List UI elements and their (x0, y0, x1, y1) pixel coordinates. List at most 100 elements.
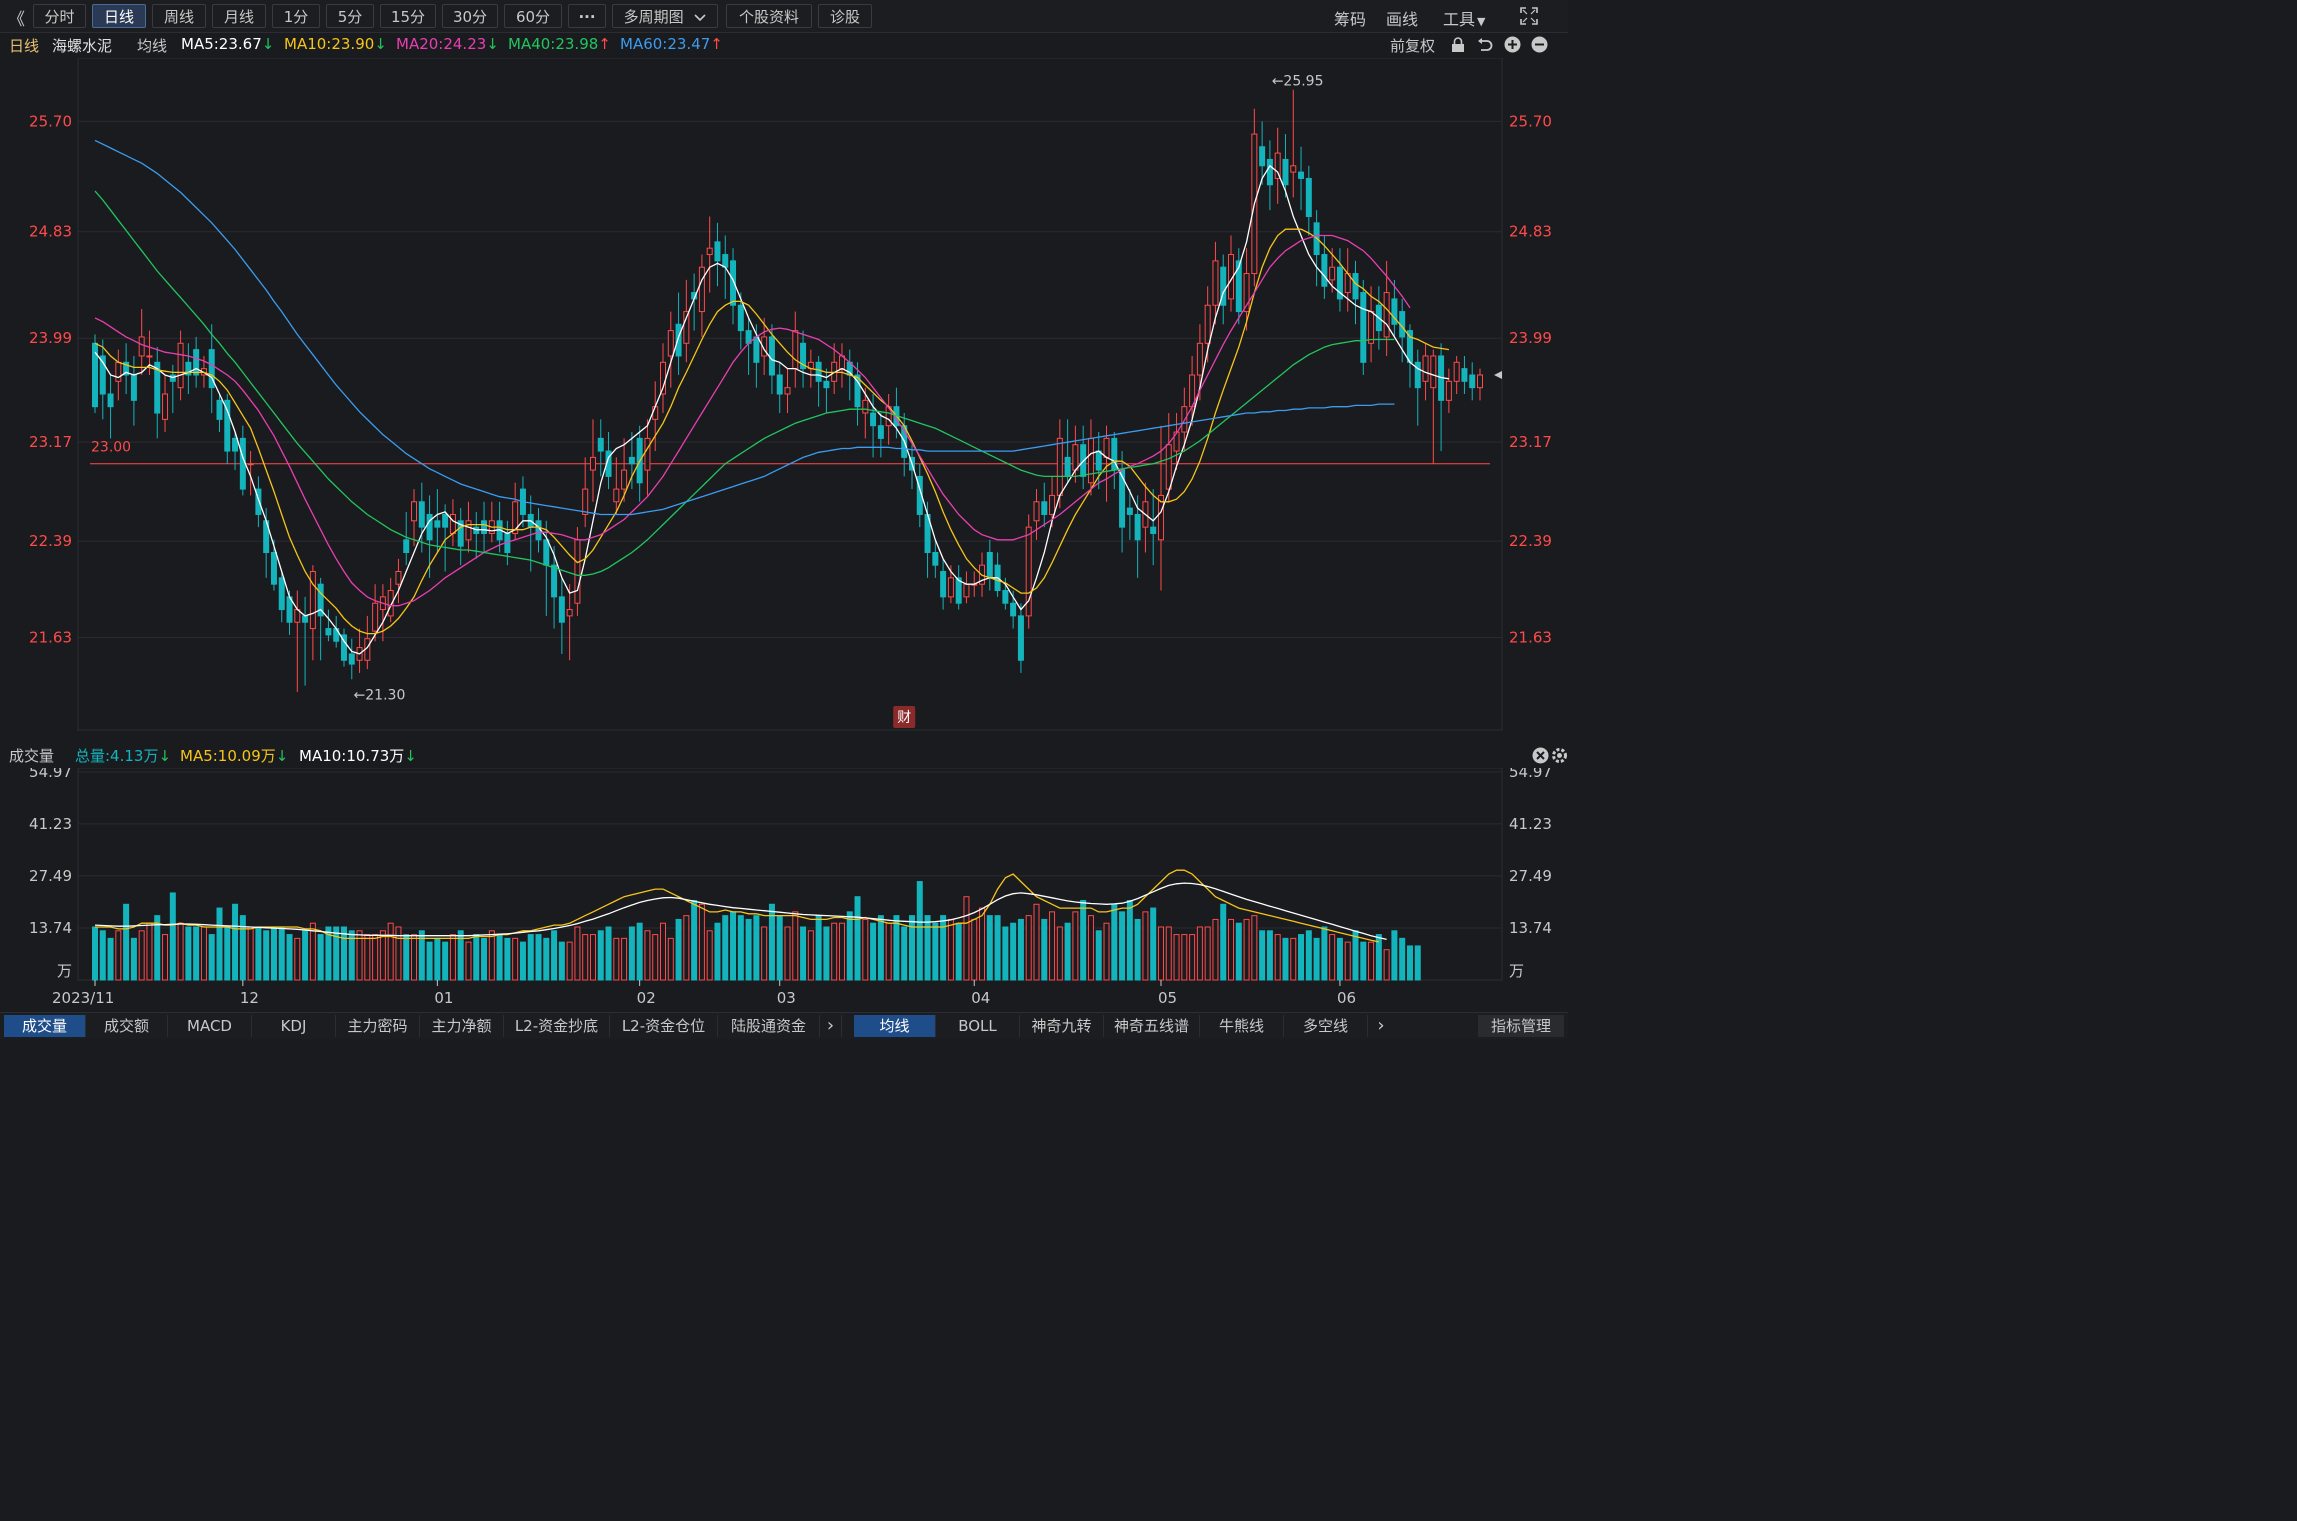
volume-bar (1049, 911, 1056, 981)
x-tick-label: 04 (971, 989, 990, 1007)
tab-macd[interactable]: MACD (168, 1015, 252, 1037)
tab-yuexian[interactable]: 月线 (212, 4, 266, 28)
zoom-in-icon[interactable] (1504, 36, 1521, 53)
volume-bar (185, 926, 192, 981)
tab-15min[interactable]: 15分 (380, 4, 436, 28)
volume-bar (652, 934, 659, 981)
indicator-manage-button[interactable]: 指标管理 (1478, 1015, 1564, 1037)
ma-label[interactable]: 均线 (137, 35, 167, 56)
tab-zhouxian[interactable]: 周线 (152, 4, 206, 28)
volume-bar (465, 941, 472, 981)
stock-info-button[interactable]: 个股资料 (726, 4, 812, 28)
candle (372, 602, 379, 632)
tab-bull-bear-line[interactable]: 牛熊线 (1200, 1015, 1284, 1037)
diagnose-button[interactable]: 诊股 (818, 4, 872, 28)
candle (870, 412, 877, 427)
volume-bar (566, 941, 573, 981)
ma60-value: MA60:23.47↑ (620, 35, 723, 53)
volume-bar (838, 922, 845, 981)
volume-bar (698, 903, 705, 981)
candle (239, 437, 246, 490)
chips-button[interactable]: 筹码 (1334, 6, 1366, 30)
tab-turnover[interactable]: 成交额 (86, 1015, 168, 1037)
candlestick-chart[interactable]: 25.70 25.70 24.83 24.83 23.99 23.99 23.17 23.17… (0, 58, 1568, 738)
tab-rixian[interactable]: 日线 (92, 4, 146, 28)
candle (1212, 260, 1219, 306)
candle (107, 393, 114, 408)
scroll-right-icon[interactable]: › (820, 1015, 842, 1037)
volume-y-tick-right: 54.97 (1509, 768, 1552, 781)
tab-kdj[interactable]: KDJ (252, 1015, 336, 1037)
multi-period-dropdown[interactable]: 多周期图 (612, 4, 718, 28)
candle (1321, 254, 1328, 287)
volume-bar (130, 937, 137, 981)
scroll-right-icon[interactable]: › (1370, 1015, 1392, 1037)
tab-l2-bottom-fishing[interactable]: L2-资金抄底 (504, 1015, 610, 1037)
tab-long-short-line[interactable]: 多空线 (1284, 1015, 1368, 1037)
candle (1360, 292, 1367, 363)
volume-bar (636, 922, 643, 981)
candle (193, 349, 200, 376)
y-tick-label-left: 23.99 (29, 329, 72, 347)
candle (1259, 146, 1266, 167)
tab-boll[interactable]: BOLL (936, 1015, 1020, 1037)
candle (270, 551, 277, 585)
collapse-icon[interactable]: 《 (8, 5, 25, 30)
tab-magic-five-lines[interactable]: 神奇五线谱 (1104, 1015, 1200, 1037)
draw-line-button[interactable]: 画线 (1386, 6, 1418, 30)
volume-indicator-row: 成交量 总量:4.13万↓ MA5:10.09万↓ MA10:10.73万↓ (0, 743, 1568, 767)
volume-bar (333, 926, 340, 981)
candle (302, 615, 309, 623)
volume-bar (660, 922, 667, 981)
candle (1430, 355, 1437, 389)
candle (722, 254, 729, 268)
candle (1414, 361, 1421, 389)
volume-bar (519, 941, 526, 981)
volume-bar (1282, 937, 1289, 981)
volume-chart[interactable]: 54.97 54.97 41.23 41.23 27.49 27.49 13.74 13.74… (0, 768, 1568, 1012)
y-tick-label-left: 23.17 (29, 433, 72, 451)
more-button[interactable]: ··· (568, 4, 606, 28)
zoom-out-icon[interactable] (1531, 36, 1548, 53)
tab-volume[interactable]: 成交量 (4, 1015, 86, 1037)
volume-y-tick-left: 54.97 (29, 768, 72, 781)
volume-y-tick-left: 41.23 (29, 815, 72, 833)
close-icon[interactable] (1532, 747, 1549, 764)
volume-bar (1196, 926, 1203, 981)
tab-northbound-funds[interactable]: 陆股通资金 (718, 1015, 820, 1037)
tab-l2-position[interactable]: L2-资金仓位 (610, 1015, 718, 1037)
ma10-value: MA10:23.90↓ (284, 35, 387, 53)
candle (1150, 526, 1157, 534)
caret-down-icon: ▼ (1477, 15, 1486, 28)
tools-button[interactable]: 工具 ▼ (1443, 6, 1485, 30)
tab-30min[interactable]: 30分 (442, 4, 498, 28)
volume-bar (1406, 945, 1413, 981)
tab-ma[interactable]: 均线 (854, 1015, 936, 1037)
candle (1017, 615, 1024, 661)
volume-bar (162, 934, 169, 981)
volume-bar (1189, 934, 1196, 981)
volume-bar (979, 907, 986, 981)
tab-magic-nine[interactable]: 神奇九转 (1020, 1015, 1104, 1037)
volume-bar (115, 930, 122, 981)
volume-bar (232, 903, 239, 981)
tab-60min[interactable]: 60分 (504, 4, 562, 28)
undo-icon[interactable] (1477, 37, 1493, 53)
volume-bar (255, 926, 262, 981)
settings-icon[interactable] (1551, 747, 1568, 764)
volume-bar (1033, 903, 1040, 981)
tab-main-force-net[interactable]: 主力净额 (420, 1015, 504, 1037)
tab-5min[interactable]: 5分 (326, 4, 374, 28)
y-tick-label-left: 22.39 (29, 532, 72, 550)
lock-icon[interactable] (1451, 37, 1465, 53)
volume-bar (885, 922, 892, 981)
tab-main-force-code[interactable]: 主力密码 (336, 1015, 420, 1037)
fullscreen-icon[interactable] (1520, 7, 1538, 25)
adjust-mode-button[interactable]: 前复权 (1390, 35, 1435, 56)
tab-1min[interactable]: 1分 (272, 4, 320, 28)
candle (146, 355, 153, 358)
candle (768, 336, 775, 376)
tab-fenshi[interactable]: 分时 (33, 4, 86, 28)
volume-bar (706, 930, 713, 981)
candle (411, 501, 418, 522)
